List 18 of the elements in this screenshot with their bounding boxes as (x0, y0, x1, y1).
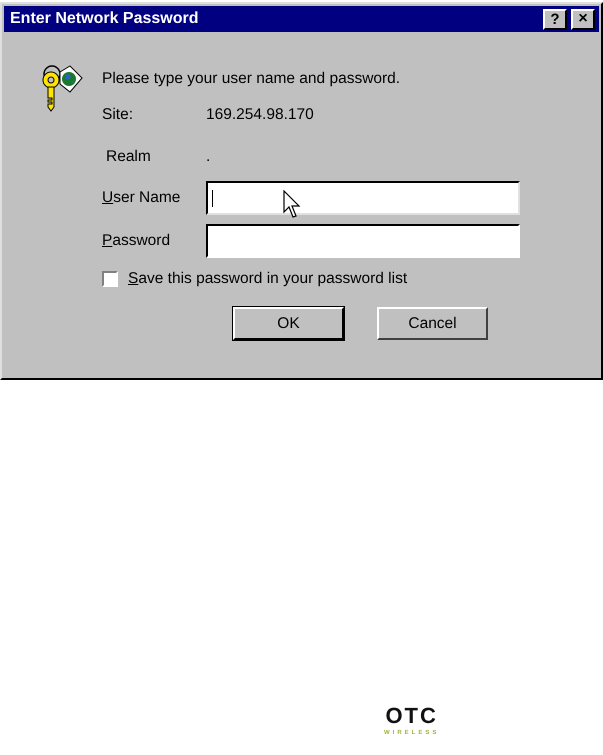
mouse-pointer-icon (283, 190, 303, 220)
realm-value: . (206, 148, 210, 166)
checkbox[interactable] (102, 271, 118, 287)
dialog-button[interactable]: Cancel (377, 307, 488, 340)
realm-label: Realm (106, 148, 152, 166)
site-value: 169.254.98.170 (206, 106, 314, 124)
input-field[interactable] (206, 180, 520, 214)
dialog-button[interactable]: OK (233, 307, 344, 340)
window-title: Enter Network Password (10, 10, 198, 28)
checkbox-label: Save this password in your password list (128, 270, 408, 288)
prompt-text: Please type your user name and password. (102, 70, 402, 89)
field-label: User Name (102, 188, 182, 206)
field-label: Password (102, 232, 172, 250)
help-button[interactable]: ? (543, 8, 567, 30)
site-label: Site: (102, 106, 134, 124)
input-field[interactable] (206, 224, 520, 258)
logo-name: OTC (385, 705, 438, 727)
close-button[interactable]: × (571, 8, 595, 30)
